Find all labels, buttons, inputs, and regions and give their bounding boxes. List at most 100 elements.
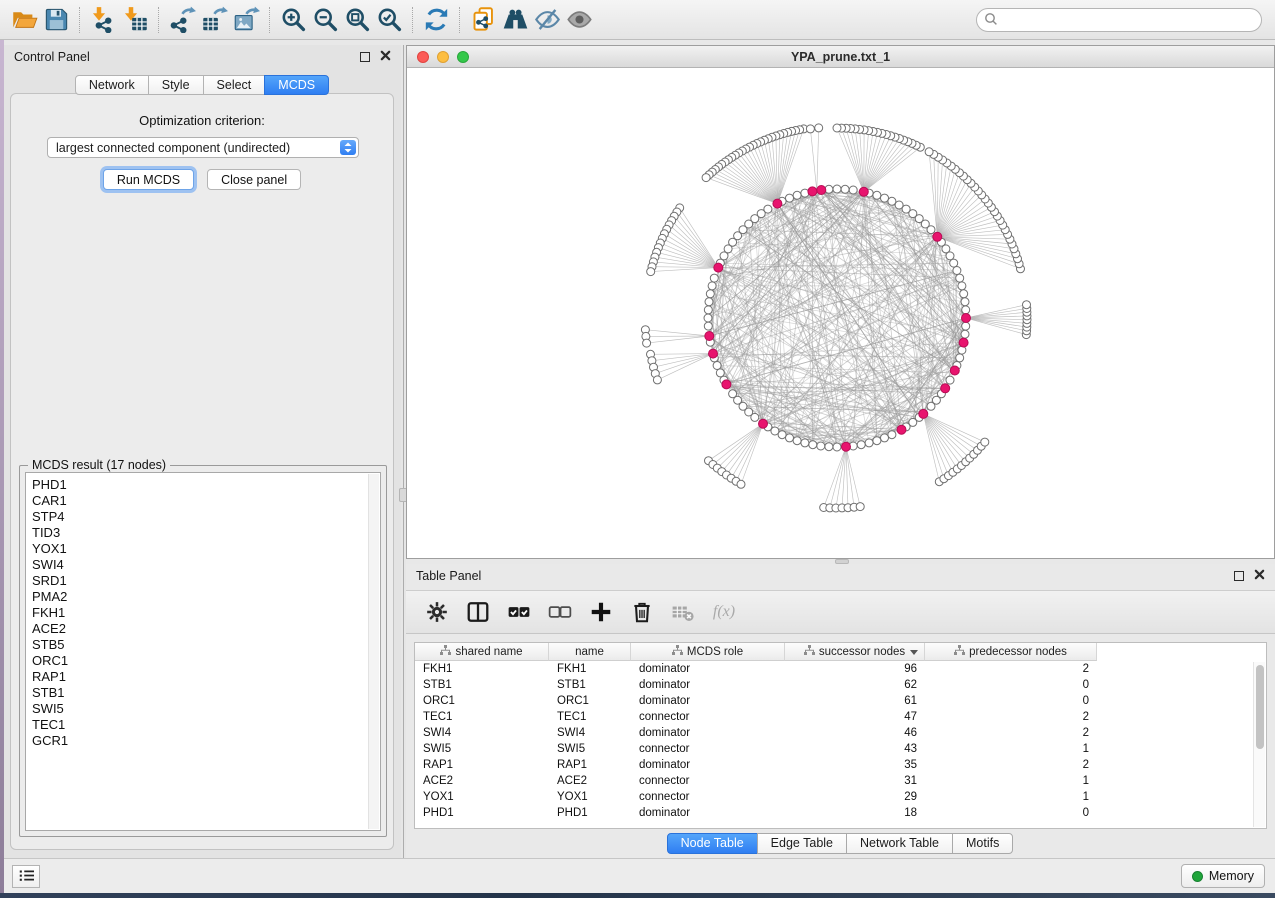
table-row[interactable]: TEC1TEC1connector472: [415, 709, 1266, 725]
column-label: MCDS role: [687, 646, 743, 658]
zoom-in-icon[interactable]: [277, 4, 309, 36]
close-panel-button[interactable]: Close panel: [207, 169, 301, 190]
export-table-icon[interactable]: [198, 4, 230, 36]
list-item[interactable]: ACE2: [26, 621, 380, 637]
table-row[interactable]: FKH1FKH1dominator962: [415, 661, 1266, 677]
settings-gear-icon[interactable]: [424, 599, 450, 625]
table-cell: 2: [925, 709, 1097, 725]
import-table-icon[interactable]: [119, 4, 151, 36]
tab-style[interactable]: Style: [148, 75, 204, 95]
control-panel: Control Panel NetworkStyleSelectMCDS Opt…: [4, 45, 401, 858]
tab-motifs[interactable]: Motifs: [952, 833, 1013, 854]
delete-column-icon[interactable]: [629, 599, 655, 625]
list-item[interactable]: TEC1: [26, 717, 380, 733]
list-item[interactable]: GCR1: [26, 733, 380, 749]
list-scrollbar[interactable]: [368, 474, 379, 829]
tab-network-table[interactable]: Network Table: [846, 833, 953, 854]
table-toolbar: f(x): [406, 590, 1275, 634]
control-panel-titlebar: Control Panel: [4, 45, 401, 69]
float-panel-icon[interactable]: [1234, 571, 1244, 581]
close-panel-icon[interactable]: [380, 50, 391, 64]
list-item[interactable]: PMA2: [26, 589, 380, 605]
table-cell: YOX1: [549, 789, 631, 805]
network-canvas[interactable]: [407, 68, 1274, 558]
table-cell: 43: [785, 741, 925, 757]
zoom-out-icon[interactable]: [309, 4, 341, 36]
show-panels-button[interactable]: [12, 865, 40, 888]
find-icon[interactable]: [499, 4, 531, 36]
table-row[interactable]: ORC1ORC1dominator610: [415, 693, 1266, 709]
table-row[interactable]: YOX1YOX1connector291: [415, 789, 1266, 805]
list-item[interactable]: ORC1: [26, 653, 380, 669]
tab-edge-table[interactable]: Edge Table: [757, 833, 847, 854]
list-item[interactable]: STP4: [26, 509, 380, 525]
memory-label: Memory: [1209, 869, 1254, 883]
table-cell: connector: [631, 709, 785, 725]
list-item[interactable]: SWI5: [26, 701, 380, 717]
table-scrollbar[interactable]: [1253, 662, 1265, 827]
import-network-icon[interactable]: [87, 4, 119, 36]
column-header-shared-name[interactable]: shared name: [415, 643, 549, 661]
export-image-icon[interactable]: [230, 4, 262, 36]
list-item[interactable]: STB1: [26, 685, 380, 701]
table-cell: dominator: [631, 661, 785, 677]
table-cell: YOX1: [415, 789, 549, 805]
list-item[interactable]: FKH1: [26, 605, 380, 621]
table-cell: ORC1: [415, 693, 549, 709]
list-item[interactable]: RAP1: [26, 669, 380, 685]
list-item[interactable]: SWI4: [26, 557, 380, 573]
network-window: YPA_prune.txt_1: [406, 45, 1275, 559]
show-columns-icon[interactable]: [465, 599, 491, 625]
attribute-type-icon: [954, 645, 965, 658]
list-item[interactable]: PHD1: [26, 477, 380, 493]
column-header-mcds-role[interactable]: MCDS role: [631, 643, 785, 661]
main-toolbar: [0, 0, 1275, 40]
list-item[interactable]: TID3: [26, 525, 380, 541]
tab-select[interactable]: Select: [203, 75, 266, 95]
mcds-result-list[interactable]: PHD1CAR1STP4TID3YOX1SWI4SRD1PMA2FKH1ACE2…: [25, 472, 381, 831]
table-cell: STB1: [415, 677, 549, 693]
control-panel-title: Control Panel: [14, 50, 90, 64]
zoom-selected-icon[interactable]: [373, 4, 405, 36]
table-cell: dominator: [631, 693, 785, 709]
table-cell: dominator: [631, 805, 785, 821]
list-item[interactable]: YOX1: [26, 541, 380, 557]
criterion-dropdown[interactable]: largest connected component (undirected): [47, 137, 359, 158]
close-panel-icon[interactable]: [1254, 569, 1265, 583]
list-item[interactable]: SRD1: [26, 573, 380, 589]
deselect-all-icon[interactable]: [547, 599, 573, 625]
search-box[interactable]: [976, 8, 1262, 32]
memory-button[interactable]: Memory: [1181, 864, 1265, 888]
network-window-titlebar[interactable]: YPA_prune.txt_1: [407, 46, 1274, 68]
show-details-icon[interactable]: [563, 4, 595, 36]
table-row[interactable]: SWI5SWI5connector431: [415, 741, 1266, 757]
column-header-predecessor-nodes[interactable]: predecessor nodes: [925, 643, 1097, 661]
float-panel-icon[interactable]: [360, 52, 370, 62]
hide-details-icon[interactable]: [531, 4, 563, 36]
table-row[interactable]: ACE2ACE2connector311: [415, 773, 1266, 789]
table-row[interactable]: PHD1PHD1dominator180: [415, 805, 1266, 821]
tab-node-table[interactable]: Node Table: [667, 833, 758, 854]
select-all-icon[interactable]: [506, 599, 532, 625]
refresh-layout-icon[interactable]: [420, 4, 452, 36]
duplicate-network-icon[interactable]: [467, 4, 499, 36]
toolbar-separator: [412, 7, 413, 33]
table-row[interactable]: RAP1RAP1dominator352: [415, 757, 1266, 773]
add-column-icon[interactable]: [588, 599, 614, 625]
column-header-successor-nodes[interactable]: successor nodes: [785, 643, 925, 661]
table-row[interactable]: SWI4SWI4dominator462: [415, 725, 1266, 741]
list-item[interactable]: STB5: [26, 637, 380, 653]
export-network-icon[interactable]: [166, 4, 198, 36]
open-session-icon[interactable]: [8, 4, 40, 36]
tab-network[interactable]: Network: [75, 75, 149, 95]
zoom-fit-icon[interactable]: [341, 4, 373, 36]
list-item[interactable]: CAR1: [26, 493, 380, 509]
scrollbar-thumb[interactable]: [1256, 665, 1264, 749]
table-cell: FKH1: [549, 661, 631, 677]
search-input[interactable]: [998, 10, 1261, 30]
table-row[interactable]: STB1STB1dominator620: [415, 677, 1266, 693]
save-session-icon[interactable]: [40, 4, 72, 36]
column-header-name[interactable]: name: [549, 643, 631, 661]
tab-mcds[interactable]: MCDS: [264, 75, 329, 95]
run-mcds-button[interactable]: Run MCDS: [103, 169, 194, 190]
